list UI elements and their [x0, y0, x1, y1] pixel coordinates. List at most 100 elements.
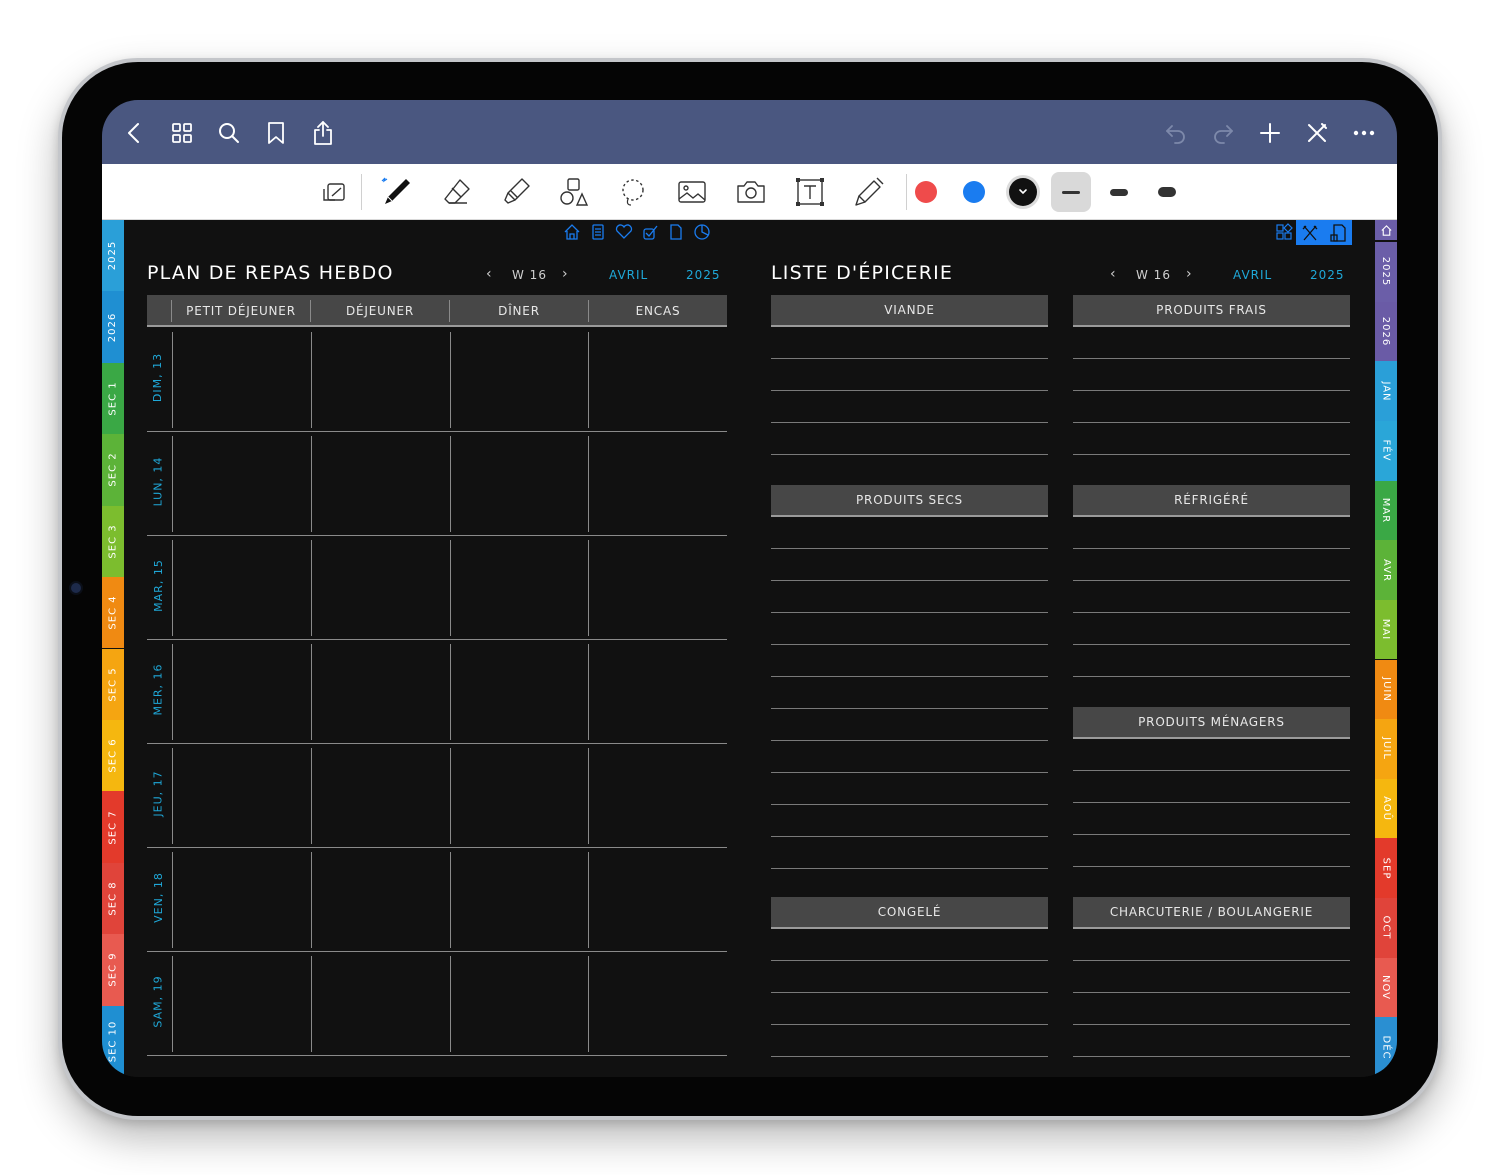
right-tab[interactable]: 2025	[1375, 242, 1397, 302]
grocery-entry-line[interactable]	[771, 708, 1048, 709]
meal-plan-icon[interactable]	[1300, 223, 1320, 243]
right-tab[interactable]: JAN	[1375, 361, 1397, 421]
grocery-entry-line[interactable]	[771, 644, 1048, 645]
grocery-entry-line[interactable]	[1073, 422, 1350, 423]
grocery-entry-line[interactable]	[1073, 580, 1350, 581]
search-icon[interactable]	[216, 120, 242, 146]
grocery-prev-week-icon[interactable]: ‹	[1110, 266, 1117, 282]
bookmark-icon[interactable]	[263, 120, 289, 146]
tasks-icon[interactable]	[640, 223, 660, 241]
left-tab[interactable]: SEC 6	[102, 719, 124, 792]
plus-icon[interactable]	[1257, 120, 1283, 146]
grocery-entry-line[interactable]	[1073, 802, 1350, 803]
left-tab[interactable]: SEC 4	[102, 577, 124, 649]
shapes-icon[interactable]	[556, 174, 592, 210]
color-swatch-black[interactable]	[1009, 178, 1037, 206]
grocery-entry-line[interactable]	[771, 390, 1048, 391]
left-tab[interactable]: SEC 3	[102, 505, 124, 578]
grocery-entry-line[interactable]	[771, 960, 1048, 961]
heart-icon[interactable]	[614, 223, 634, 241]
grocery-entry-line[interactable]	[1073, 358, 1350, 359]
grocery-entry-line[interactable]	[1073, 454, 1350, 455]
right-tab[interactable]: SEP	[1375, 838, 1397, 899]
left-tab[interactable]: SEC 9	[102, 934, 124, 1006]
stroke-thick-button[interactable]	[1147, 172, 1187, 212]
laser-pointer-icon[interactable]	[851, 174, 887, 210]
grocery-entry-line[interactable]	[1073, 834, 1350, 835]
grocery-entry-line[interactable]	[771, 676, 1048, 677]
back-icon[interactable]	[122, 120, 148, 146]
active-page-tab[interactable]	[1296, 220, 1352, 245]
grocery-entry-line[interactable]	[771, 772, 1048, 773]
grocery-entry-line[interactable]	[1073, 770, 1350, 771]
grocery-entry-line[interactable]	[771, 548, 1048, 549]
color-swatch-red[interactable]	[915, 181, 937, 203]
grocery-entry-line[interactable]	[1073, 390, 1350, 391]
right-tab[interactable]: NOV	[1375, 957, 1397, 1018]
grocery-entry-line[interactable]	[771, 358, 1048, 359]
grocery-list-icon[interactable]	[1328, 223, 1348, 243]
text-icon[interactable]	[792, 174, 828, 210]
left-tab[interactable]: 2026	[102, 291, 124, 363]
grocery-entry-line[interactable]	[1073, 676, 1350, 677]
share-icon[interactable]	[310, 120, 336, 146]
home-tab[interactable]	[1375, 220, 1397, 240]
left-tab[interactable]: 2025	[102, 220, 124, 292]
right-tab[interactable]: 2026	[1375, 301, 1397, 362]
grocery-year-link[interactable]: 2025	[1310, 268, 1345, 282]
notes-icon[interactable]	[588, 223, 608, 241]
stroke-medium-button[interactable]	[1099, 172, 1139, 212]
more-icon[interactable]	[1351, 120, 1377, 146]
page-icon[interactable]	[666, 223, 686, 241]
widgets-icon[interactable]	[1272, 220, 1296, 244]
right-tab[interactable]: FÉV	[1375, 420, 1397, 481]
right-tab[interactable]: MAR	[1375, 480, 1397, 541]
grocery-entry-line[interactable]	[771, 612, 1048, 613]
color-swatch-blue[interactable]	[963, 181, 985, 203]
grocery-entry-line[interactable]	[1073, 1024, 1350, 1025]
planner-month-link[interactable]: AVRIL	[609, 268, 648, 282]
grocery-month-link[interactable]: AVRIL	[1233, 268, 1272, 282]
grocery-entry-line[interactable]	[771, 1056, 1048, 1057]
right-tab[interactable]: OCT	[1375, 898, 1397, 958]
eraser-icon[interactable]	[439, 174, 475, 210]
left-tab[interactable]: SEC 2	[102, 434, 124, 506]
grocery-entry-line[interactable]	[1073, 644, 1350, 645]
grocery-entry-line[interactable]	[771, 740, 1048, 741]
close-tools-icon[interactable]	[1304, 120, 1330, 146]
grocery-entry-line[interactable]	[1073, 960, 1350, 961]
grocery-entry-line[interactable]	[771, 1024, 1048, 1025]
pen-icon[interactable]	[379, 174, 415, 210]
home-icon[interactable]	[562, 223, 582, 241]
grocery-entry-line[interactable]	[1073, 548, 1350, 549]
planner-year-link[interactable]: 2025	[686, 268, 721, 282]
planner-prev-week-icon[interactable]: ‹	[486, 266, 493, 282]
lasso-icon[interactable]	[615, 174, 651, 210]
highlighter-icon[interactable]	[498, 174, 534, 210]
grid-icon[interactable]	[169, 120, 195, 146]
image-icon[interactable]	[674, 174, 710, 210]
right-tab[interactable]: AVR	[1375, 540, 1397, 600]
left-tab[interactable]: SEC 7	[102, 791, 124, 863]
grocery-entry-line[interactable]	[771, 804, 1048, 805]
redo-icon[interactable]	[1210, 120, 1236, 146]
right-tab[interactable]: JUIN	[1375, 659, 1397, 720]
right-tab[interactable]: DÉC	[1375, 1017, 1397, 1077]
grocery-entry-line[interactable]	[771, 992, 1048, 993]
left-tab[interactable]: SEC 5	[102, 648, 124, 720]
right-tab[interactable]: JUIL	[1375, 719, 1397, 779]
grocery-entry-line[interactable]	[771, 580, 1048, 581]
left-tab[interactable]: SEC 10	[102, 1005, 124, 1077]
chart-icon[interactable]	[692, 223, 712, 241]
grocery-next-week-icon[interactable]: ›	[1186, 266, 1193, 282]
undo-icon[interactable]	[1163, 120, 1189, 146]
left-tab[interactable]: SEC 8	[102, 862, 124, 935]
read-mode-icon[interactable]	[318, 174, 354, 210]
grocery-entry-line[interactable]	[1073, 992, 1350, 993]
stroke-thin-button[interactable]	[1051, 172, 1091, 212]
grocery-entry-line[interactable]	[771, 422, 1048, 423]
left-tab[interactable]: SEC 1	[102, 362, 124, 435]
grocery-entry-line[interactable]	[1073, 612, 1350, 613]
right-tab[interactable]: MAI	[1375, 599, 1397, 660]
grocery-entry-line[interactable]	[771, 868, 1048, 869]
